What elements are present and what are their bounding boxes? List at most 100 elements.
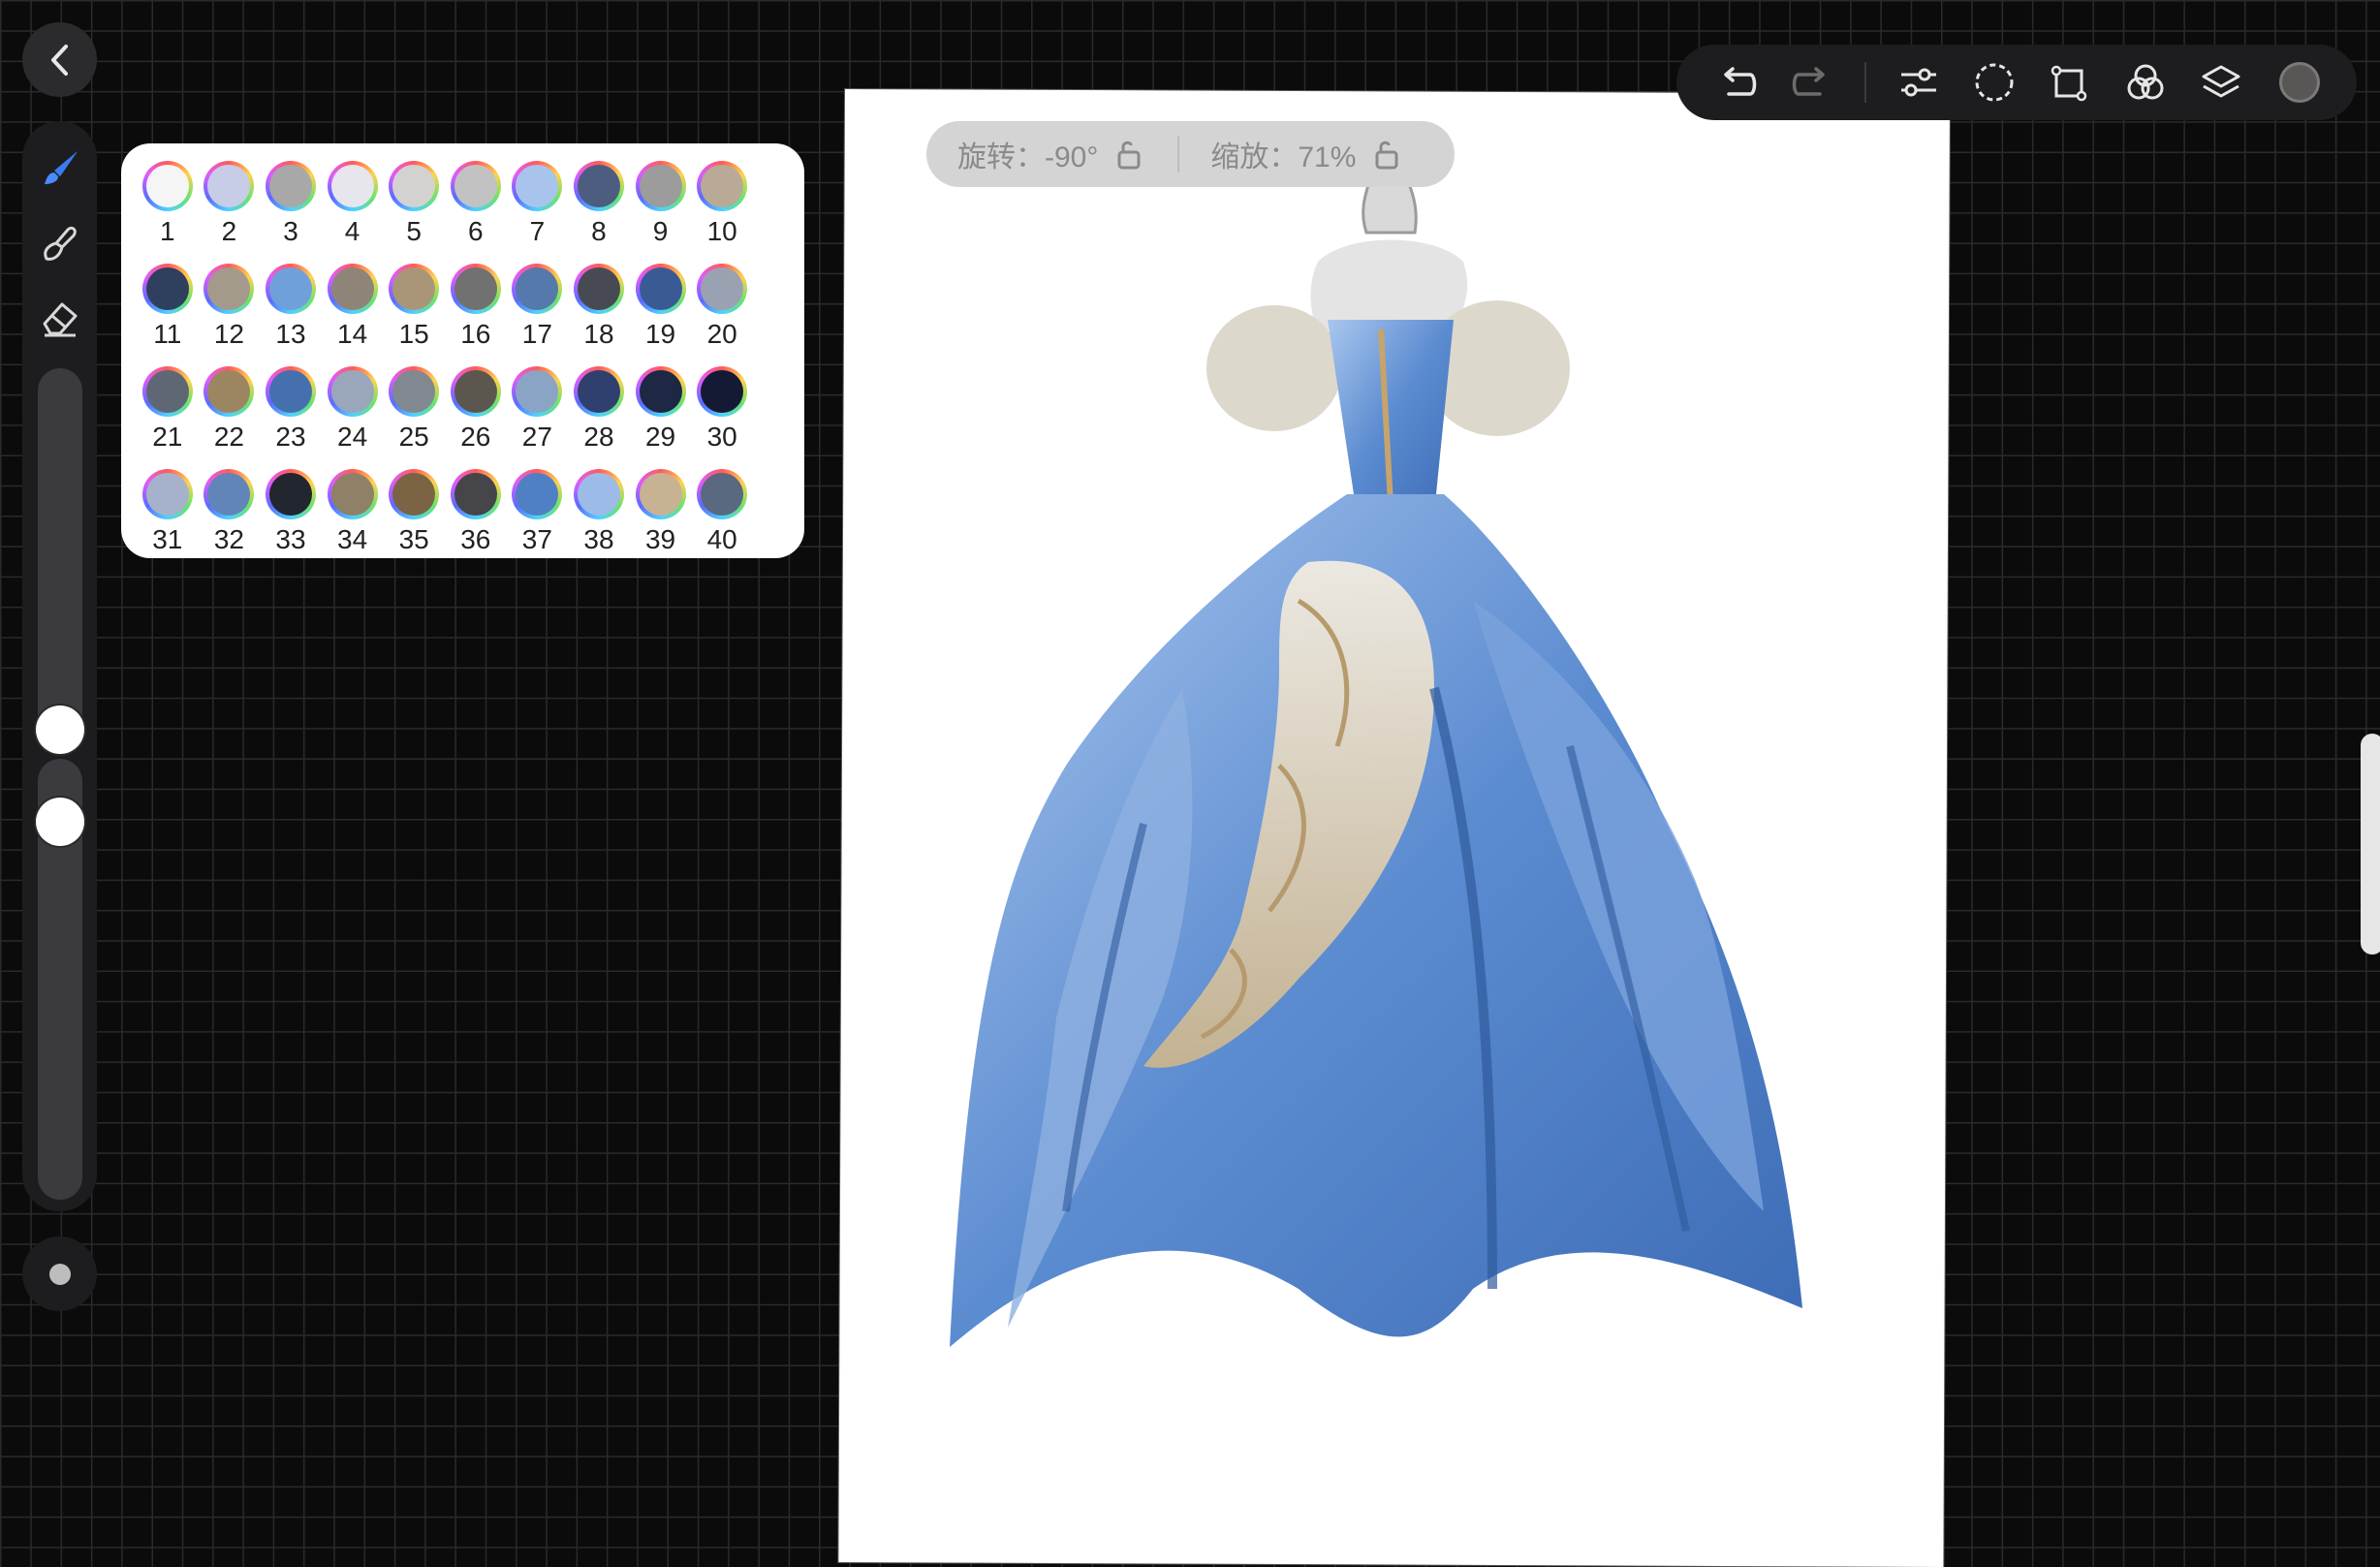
color-swatch[interactable]: [450, 469, 501, 519]
color-swatch[interactable]: [697, 264, 748, 314]
color-swatch[interactable]: [265, 161, 316, 211]
rotation-lock-icon[interactable]: [1112, 138, 1144, 171]
swatch-cell[interactable]: 29: [630, 359, 692, 456]
color-swatch[interactable]: [635, 264, 686, 314]
color-swatch[interactable]: [327, 366, 378, 417]
swatch-cell[interactable]: 28: [568, 359, 630, 456]
color-swatch[interactable]: [573, 469, 624, 519]
swatch-cell[interactable]: 23: [260, 359, 322, 456]
swatch-cell[interactable]: 34: [322, 461, 384, 559]
color-swatch[interactable]: [635, 161, 686, 211]
swatch-cell[interactable]: 10: [691, 153, 753, 251]
swatch-cell[interactable]: 27: [507, 359, 569, 456]
color-swatch[interactable]: [141, 161, 193, 211]
color-swatch[interactable]: [389, 161, 440, 211]
undo-button[interactable]: [1715, 61, 1758, 104]
swatch-cell[interactable]: 4: [322, 153, 384, 251]
color-swatch[interactable]: [512, 469, 563, 519]
color-swatch[interactable]: [573, 366, 624, 417]
redo-button[interactable]: [1791, 61, 1833, 104]
color-swatch[interactable]: [450, 161, 501, 211]
swatch-cell[interactable]: 26: [445, 359, 507, 456]
color-swatch[interactable]: [141, 366, 193, 417]
swatch-cell[interactable]: 11: [137, 256, 199, 354]
swatch-cell[interactable]: 40: [691, 461, 753, 559]
swatch-cell[interactable]: 25: [383, 359, 445, 456]
swatch-cell[interactable]: 12: [199, 256, 261, 354]
swatch-cell[interactable]: 21: [137, 359, 199, 456]
color-swatch[interactable]: [265, 264, 316, 314]
swatch-cell[interactable]: 13: [260, 256, 322, 354]
selection-button[interactable]: [1973, 61, 2016, 104]
color-swatch[interactable]: [204, 366, 255, 417]
swatch-cell[interactable]: 3: [260, 153, 322, 251]
swatch-cell[interactable]: 1: [137, 153, 199, 251]
swatch-cell[interactable]: 36: [445, 461, 507, 559]
color-swatch[interactable]: [265, 366, 316, 417]
color-swatch[interactable]: [573, 161, 624, 211]
brush-tool-button[interactable]: [35, 143, 85, 194]
color-swatch[interactable]: [141, 469, 193, 519]
swatch-cell[interactable]: 6: [445, 153, 507, 251]
swatch-cell[interactable]: 19: [630, 256, 692, 354]
color-swatch[interactable]: [635, 366, 686, 417]
layers-button[interactable]: [2200, 61, 2242, 104]
color-swatch[interactable]: [697, 366, 748, 417]
brush-size-slider[interactable]: [38, 368, 82, 736]
zoom-lock-icon[interactable]: [1369, 138, 1402, 171]
blend-button[interactable]: [2124, 61, 2167, 104]
color-swatch[interactable]: [204, 161, 255, 211]
color-swatch[interactable]: [512, 366, 563, 417]
side-panel-handle[interactable]: [2361, 734, 2380, 955]
color-swatch[interactable]: [327, 264, 378, 314]
color-swatch[interactable]: [512, 264, 563, 314]
swatch-cell[interactable]: 35: [383, 461, 445, 559]
color-swatch[interactable]: [389, 366, 440, 417]
color-swatch[interactable]: [697, 469, 748, 519]
current-color-button[interactable]: [2279, 62, 2320, 103]
adjustments-button[interactable]: [1897, 61, 1940, 104]
color-swatch[interactable]: [141, 264, 193, 314]
opacity-thumb[interactable]: [36, 798, 84, 846]
color-swatch[interactable]: [450, 264, 501, 314]
color-swatch[interactable]: [327, 161, 378, 211]
color-swatch[interactable]: [573, 264, 624, 314]
modify-button[interactable]: [22, 1237, 97, 1311]
color-swatch[interactable]: [327, 469, 378, 519]
swatch-cell[interactable]: 7: [507, 153, 569, 251]
swatch-cell[interactable]: 8: [568, 153, 630, 251]
swatch-cell[interactable]: 32: [199, 461, 261, 559]
swatch-cell[interactable]: 15: [383, 256, 445, 354]
color-swatch[interactable]: [389, 264, 440, 314]
brush-size-thumb[interactable]: [36, 705, 84, 754]
swatch-label: 8: [591, 216, 607, 246]
swatch-cell[interactable]: 2: [199, 153, 261, 251]
swatch-cell[interactable]: 9: [630, 153, 692, 251]
swatch-cell[interactable]: 20: [691, 256, 753, 354]
color-swatch[interactable]: [635, 469, 686, 519]
back-button[interactable]: [22, 22, 97, 97]
color-swatch[interactable]: [450, 366, 501, 417]
swatch-cell[interactable]: 18: [568, 256, 630, 354]
swatch-cell[interactable]: 16: [445, 256, 507, 354]
swatch-cell[interactable]: 33: [260, 461, 322, 559]
color-swatch[interactable]: [389, 469, 440, 519]
transform-button[interactable]: [2049, 61, 2091, 104]
color-swatch[interactable]: [697, 161, 748, 211]
swatch-cell[interactable]: 22: [199, 359, 261, 456]
swatch-cell[interactable]: 39: [630, 461, 692, 559]
swatch-cell[interactable]: 37: [507, 461, 569, 559]
color-swatch[interactable]: [265, 469, 316, 519]
eraser-tool-button[interactable]: [35, 293, 85, 343]
swatch-cell[interactable]: 30: [691, 359, 753, 456]
swatch-cell[interactable]: 17: [507, 256, 569, 354]
swatch-cell[interactable]: 14: [322, 256, 384, 354]
smudge-tool-button[interactable]: [35, 218, 85, 268]
swatch-cell[interactable]: 5: [383, 153, 445, 251]
color-swatch[interactable]: [512, 161, 563, 211]
swatch-cell[interactable]: 31: [137, 461, 199, 559]
color-swatch[interactable]: [204, 264, 255, 314]
swatch-cell[interactable]: 24: [322, 359, 384, 456]
swatch-cell[interactable]: 38: [568, 461, 630, 559]
color-swatch[interactable]: [204, 469, 255, 519]
